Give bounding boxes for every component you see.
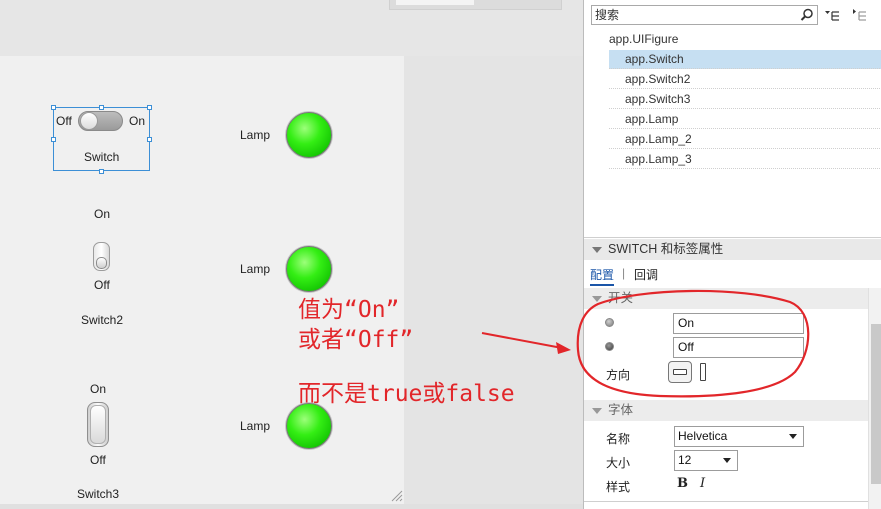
tab-config[interactable]: 配置 <box>590 266 615 286</box>
toggle-switch-knob[interactable] <box>96 257 107 269</box>
resize-handle[interactable] <box>99 169 104 174</box>
properties-header[interactable]: SWITCH 和标签属性 <box>584 239 881 260</box>
lamp-label: Lamp <box>240 262 271 276</box>
rocker-switch-face[interactable] <box>90 405 106 444</box>
font-name-dropdown[interactable]: Helvetica <box>674 426 804 447</box>
collapse-triangle-icon <box>592 408 602 414</box>
switch-off-label: Off <box>56 114 72 128</box>
tree-item-lamp[interactable]: app.Lamp <box>609 110 881 129</box>
scrollbar-thumb[interactable] <box>871 324 881 484</box>
switch-on-label: On <box>129 114 146 128</box>
orientation-label: 方向 <box>606 368 631 382</box>
collapse-triangle-icon <box>592 247 602 253</box>
font-size-dropdown[interactable]: 12 <box>674 450 738 471</box>
collapse-triangle-icon <box>592 296 602 302</box>
lamp-indicator[interactable] <box>286 112 332 158</box>
annotation-line2: 或者“Off” <box>298 327 414 353</box>
lamp-label: Lamp <box>240 419 271 433</box>
resize-grip-icon[interactable] <box>389 488 403 502</box>
tree-item-switch3[interactable]: app.Switch3 <box>609 90 881 109</box>
search-icon[interactable] <box>800 8 814 22</box>
switch-section-title: 开关 <box>608 291 634 305</box>
chevron-down-icon <box>723 458 731 463</box>
resize-handle[interactable] <box>147 137 152 142</box>
radio-item-on[interactable] <box>605 318 614 327</box>
tree-item-lamp-3[interactable]: app.Lamp_3 <box>609 150 881 169</box>
tree-item-switch2[interactable]: app.Switch2 <box>609 70 881 89</box>
designer-tab-strip <box>389 0 562 10</box>
items-field-on[interactable]: On <box>673 313 804 334</box>
font-size-value: 12 <box>678 453 692 467</box>
switch3-name-label: Switch3 <box>77 487 120 501</box>
resize-handle[interactable] <box>51 105 56 110</box>
search-row <box>591 4 881 26</box>
panel-scrollbar[interactable] <box>868 288 881 509</box>
annotation-line1: 值为“On” <box>298 297 400 323</box>
font-style-label: 样式 <box>606 480 631 494</box>
font-name-label: 名称 <box>606 432 631 446</box>
expand-tree-icon[interactable] <box>850 7 868 23</box>
font-size-label: 大小 <box>606 456 631 470</box>
switch2-off-label: Off <box>94 278 110 292</box>
tree-item-switch[interactable]: app.Switch <box>609 50 881 69</box>
search-box[interactable] <box>591 5 818 25</box>
properties-header-title: SWITCH 和标签属性 <box>608 242 724 256</box>
italic-button[interactable]: I <box>700 476 705 491</box>
bold-button[interactable]: B <box>677 476 688 491</box>
search-input[interactable] <box>595 7 793 23</box>
switch-section-header[interactable]: 开关 <box>584 288 881 309</box>
designer-tab[interactable] <box>396 0 474 5</box>
items-field-off[interactable]: Off <box>673 337 804 358</box>
annotation-line3: 而不是true或false <box>298 381 515 407</box>
slider-switch-knob[interactable] <box>80 112 98 130</box>
slider-switch[interactable] <box>78 111 123 131</box>
property-tabs: 配置 | 回调 <box>584 262 881 286</box>
tree-item-root[interactable]: app.UIFigure <box>609 30 881 49</box>
switch2-name-label: Switch2 <box>81 313 124 327</box>
resize-handle[interactable] <box>147 105 152 110</box>
switch2-on-label: On <box>94 207 111 221</box>
orientation-vertical-button[interactable] <box>700 363 706 381</box>
switch-name-label: Switch <box>84 150 120 164</box>
lamp-label: Lamp <box>240 128 271 142</box>
font-section-header[interactable]: 字体 <box>584 400 881 421</box>
horizontal-orientation-icon <box>673 369 687 375</box>
orientation-horizontal-button[interactable] <box>668 361 692 383</box>
toggle-switch[interactable] <box>93 242 110 271</box>
font-name-value: Helvetica <box>678 429 728 443</box>
lamp-indicator[interactable] <box>286 246 332 292</box>
panel-divider <box>584 501 881 502</box>
switch3-off-label: Off <box>90 453 106 467</box>
collapse-tree-icon[interactable] <box>823 7 841 23</box>
tab-callbacks[interactable]: 回调 <box>634 266 658 283</box>
lamp-indicator[interactable] <box>286 403 332 449</box>
component-browser-panel: app.UIFigure app.Switch app.Switch2 app.… <box>583 0 881 509</box>
chevron-down-icon <box>789 434 797 439</box>
canvas-bottom-edge <box>0 504 584 509</box>
resize-handle[interactable] <box>99 105 104 110</box>
resize-handle[interactable] <box>51 137 56 142</box>
font-section-title: 字体 <box>608 403 634 417</box>
annotation-arrow-head <box>556 342 571 354</box>
rocker-switch[interactable] <box>87 402 109 447</box>
annotation-arrow-line <box>481 332 563 349</box>
radio-item-off[interactable] <box>605 342 614 351</box>
tree-item-lamp-2[interactable]: app.Lamp_2 <box>609 130 881 149</box>
panel-divider <box>584 237 881 238</box>
switch3-on-label: On <box>90 382 107 396</box>
tab-separator: | <box>622 266 626 280</box>
